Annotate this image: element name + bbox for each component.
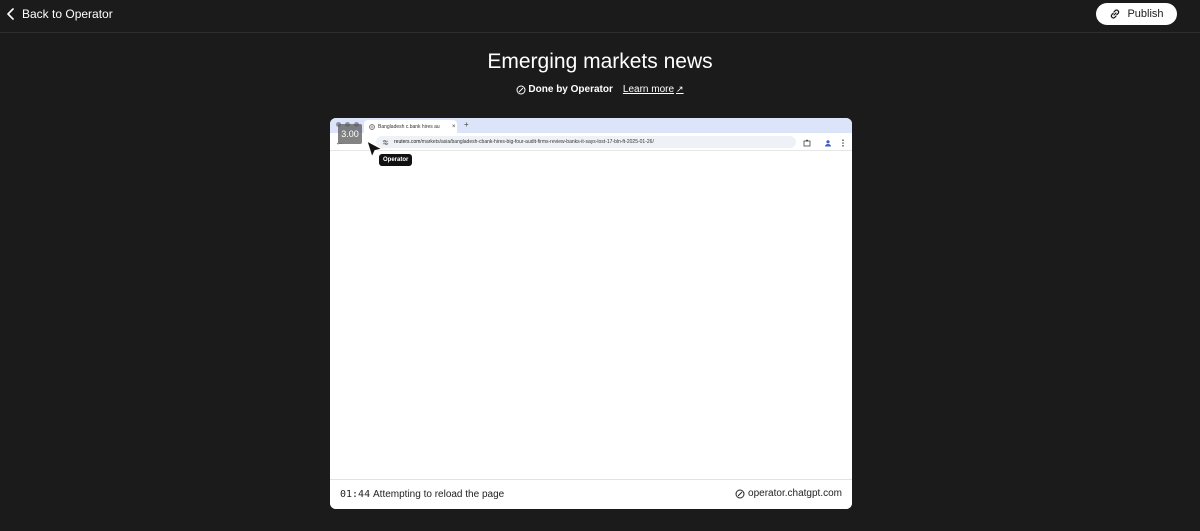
url-domain: reuters.com	[394, 139, 421, 145]
browser-tab-strip: Bangladesh c.bank hires au × +	[330, 118, 852, 133]
replay-status: Attempting to reload the page	[373, 489, 505, 500]
replay-card: Bangladesh c.bank hires au × + reuters.c…	[330, 118, 852, 509]
replay-footer: 01:44 Attempting to reload the page oper…	[330, 479, 852, 509]
domain-label: operator.chatgpt.com	[748, 488, 842, 499]
replay-timer: 01:44	[340, 489, 371, 500]
chevron-left-icon	[7, 8, 14, 20]
back-to-operator-link[interactable]: Back to Operator	[6, 6, 113, 22]
top-bar: Back to Operator Publish	[0, 0, 1200, 33]
attribution-line: Done by Operator Learn more ↗	[0, 83, 1200, 96]
operator-domain: operator.chatgpt.com	[735, 488, 842, 499]
address-bar[interactable]: reuters.com/markets/asia/bangladesh-cban…	[376, 136, 796, 148]
browser-tab[interactable]: Bangladesh c.bank hires au ×	[364, 120, 457, 133]
profile-icon[interactable]	[824, 139, 832, 147]
learn-more-label: Learn more	[622, 84, 675, 95]
operator-logo-icon	[516, 85, 526, 94]
done-by-operator: Done by Operator	[516, 83, 613, 96]
operator-logo-icon	[735, 489, 745, 498]
url-path: /markets/asia/bangladesh-cbank-hires-big…	[420, 139, 654, 145]
page-title: Emerging markets news	[487, 50, 713, 73]
playback-speed-badge: 3.00	[338, 124, 362, 144]
tab-close-icon[interactable]: ×	[452, 124, 456, 130]
extension-icon[interactable]	[803, 139, 811, 147]
back-label: Back to Operator	[22, 7, 113, 21]
link-icon	[1111, 9, 1120, 19]
learn-more-link[interactable]: Learn more ↗	[623, 83, 684, 96]
url-text: reuters.com/markets/asia/bangladesh-cban…	[394, 139, 654, 145]
publish-button[interactable]: Publish	[1096, 3, 1177, 25]
new-tab-button[interactable]: +	[464, 120, 469, 129]
done-label: Done by Operator	[528, 84, 613, 95]
operator-cursor-label: Operator	[379, 154, 413, 166]
external-arrow-icon: ↗	[676, 84, 684, 94]
globe-icon	[369, 123, 375, 130]
browser-address-row: reuters.com/markets/asia/bangladesh-cban…	[330, 133, 852, 151]
publish-label: Publish	[1127, 8, 1164, 20]
kebab-menu-icon[interactable]	[840, 139, 846, 147]
tab-title: Bangladesh c.bank hires au	[378, 123, 440, 130]
